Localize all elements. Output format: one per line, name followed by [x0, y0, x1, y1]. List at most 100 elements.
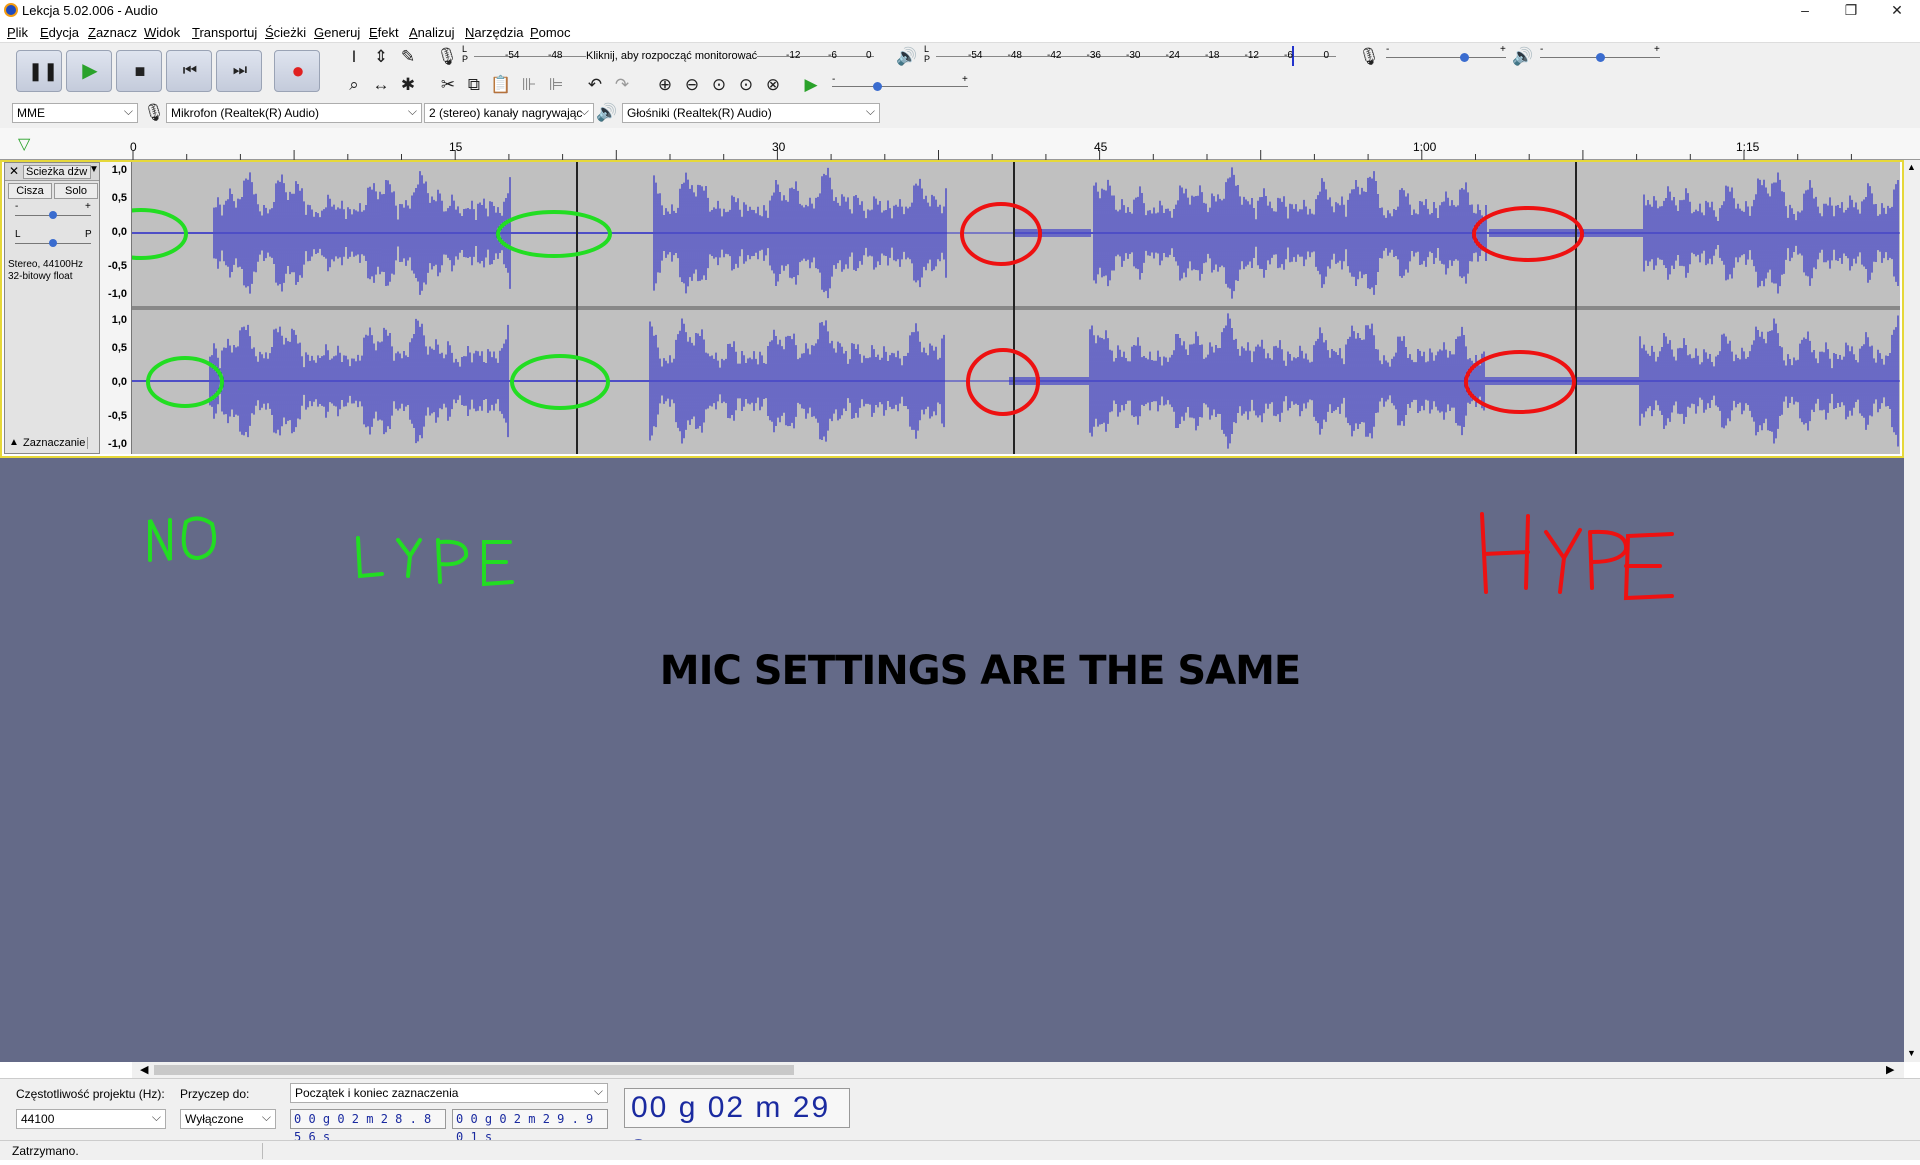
stop-button[interactable]: ■: [116, 50, 162, 92]
mic-dropdown[interactable]: Mikrofon (Realtek(R) Audio): [166, 103, 422, 123]
scroll-down-icon[interactable]: ▼: [1907, 1048, 1916, 1058]
play-speed-thumb[interactable]: [873, 82, 882, 91]
zoom-in-icon[interactable]: ⊕: [654, 74, 676, 96]
mute-button[interactable]: Cisza: [8, 183, 52, 199]
menu-transportuj[interactable]: Transportuj: [192, 25, 257, 40]
paste-icon[interactable]: 📋: [490, 74, 512, 96]
minimize-button[interactable]: –: [1782, 0, 1828, 22]
solo-button[interactable]: Solo: [54, 183, 98, 199]
record-button[interactable]: ●: [274, 50, 320, 92]
selection-tool-icon[interactable]: I: [343, 46, 365, 68]
slider-min-mark: -: [1540, 44, 1544, 55]
scroll-up-icon[interactable]: ▲: [1907, 162, 1916, 172]
menu-generuj[interactable]: Generuj: [314, 25, 360, 40]
play-meter-tick: -24: [1165, 50, 1180, 61]
microphone-icon[interactable]: 🎙: [436, 46, 458, 68]
selection-mode-dropdown[interactable]: Początek i koniec zaznaczenia: [290, 1083, 608, 1103]
play-button[interactable]: ▶: [66, 50, 112, 92]
channels-dropdown[interactable]: 2 (stereo) kanały nagrywając: [424, 103, 594, 123]
menu-sciezki[interactable]: Ścieżki: [265, 25, 306, 40]
zoom-toggle-icon[interactable]: ⊗: [762, 74, 784, 96]
app-icon: [4, 3, 18, 17]
restore-button[interactable]: ❐: [1828, 0, 1874, 22]
horizontal-scrollbar[interactable]: ◀ ▶: [132, 1062, 1904, 1078]
menu-edycja[interactable]: Edycja: [40, 25, 79, 40]
menu-widok[interactable]: Widok: [144, 25, 180, 40]
play-meter-tick: -48: [1007, 50, 1022, 61]
record-meter-tick: -48: [548, 50, 563, 61]
redo-icon[interactable]: ↷: [611, 74, 633, 96]
silence-icon[interactable]: ⊫: [545, 74, 567, 96]
trim-icon[interactable]: ⊪: [518, 74, 540, 96]
amplitude-scale[interactable]: 1,0 0,5 0,0 -0,5 -1,0 1,0 0,5 0,0 -0,5 -…: [100, 162, 132, 454]
record-meter-hint[interactable]: Kliknij, aby rozpocząć monitorować: [586, 50, 758, 62]
collapse-icon[interactable]: ▲: [9, 437, 19, 448]
record-volume-thumb[interactable]: [1460, 53, 1469, 62]
stop-icon: ■: [134, 61, 146, 81]
fit-selection-icon[interactable]: ⊙: [708, 74, 730, 96]
track-name-menu[interactable]: Ścieżka dźw: [23, 165, 91, 179]
window-title: Lekcja 5.02.006 - Audio: [22, 3, 158, 18]
menu-pomoc[interactable]: Pomoc: [530, 25, 570, 40]
scroll-right-icon[interactable]: ▶: [1886, 1063, 1894, 1076]
slider-max-mark: +: [1500, 44, 1506, 55]
selection-end-time[interactable]: 0 0 g 0 2 m 2 9 . 9 0 1 s: [452, 1109, 608, 1144]
speaker-icon[interactable]: 🔊: [896, 46, 918, 68]
menu-plik[interactable]: Plik: [7, 25, 28, 40]
playback-volume-thumb[interactable]: [1596, 53, 1605, 62]
menu-bar: Plik Edycja Zaznacz Widok Transportuj Śc…: [0, 22, 1920, 42]
undo-icon[interactable]: ↶: [584, 74, 606, 96]
zoom-out-icon[interactable]: ⊖: [681, 74, 703, 96]
menu-narzedzia[interactable]: Narzędzia: [465, 25, 524, 40]
scale-label: 1,0: [111, 164, 127, 176]
play-meter-tick: -18: [1205, 50, 1220, 61]
envelope-tool-icon[interactable]: ⇕: [370, 46, 392, 68]
host-dropdown[interactable]: MME: [12, 103, 138, 123]
snap-dropdown[interactable]: Wyłączone: [180, 1109, 276, 1129]
vertical-scrollbar[interactable]: ▲ ▼: [1904, 160, 1920, 1062]
caption-text: MIC SETTINGS ARE THE SAME: [659, 648, 1301, 694]
menu-efekt[interactable]: Efekt: [369, 25, 399, 40]
status-text: Zatrzymano.: [12, 1144, 79, 1158]
scroll-left-icon[interactable]: ◀: [140, 1063, 148, 1076]
channel-separator: [132, 306, 1900, 310]
timeshift-tool-icon[interactable]: ↔: [370, 74, 392, 96]
record-volume-slider[interactable]: [1386, 57, 1506, 58]
pause-button[interactable]: ❚❚: [16, 50, 62, 92]
record-volume-icon: 🎙: [1358, 47, 1380, 66]
pan-thumb[interactable]: [49, 239, 57, 247]
skip-start-button[interactable]: ⏮: [166, 50, 212, 92]
close-track-icon[interactable]: ✕: [9, 164, 19, 178]
track-header: ✕ Ścieżka dźw ▼: [5, 163, 99, 181]
horizontal-scroll-thumb[interactable]: [154, 1065, 794, 1075]
selection-start-time[interactable]: 0 0 g 0 2 m 2 8 . 8 5 6 s: [290, 1109, 446, 1144]
record-meter-tick: -12: [786, 50, 801, 61]
multi-tool-icon[interactable]: ✱: [397, 74, 419, 96]
zoom-tool-icon[interactable]: ⌕: [343, 74, 365, 96]
draw-tool-icon[interactable]: ✎: [397, 46, 419, 68]
copy-icon[interactable]: ⧉: [463, 74, 485, 96]
record-meter-channels: L P: [462, 44, 469, 64]
play-meter-channels: L P: [924, 44, 931, 64]
slider-min-mark: -: [1386, 44, 1390, 55]
menu-analizuj[interactable]: Analizuj: [409, 25, 455, 40]
close-button[interactable]: ✕: [1874, 0, 1920, 22]
gain-thumb[interactable]: [49, 211, 57, 219]
scale-label: -1,0: [108, 438, 127, 450]
play-icon: ▶: [82, 60, 98, 82]
skip-end-button[interactable]: ⏭: [216, 50, 262, 92]
cut-icon[interactable]: ✂: [437, 74, 459, 96]
status-bar: Zatrzymano.: [0, 1140, 1920, 1160]
waveform[interactable]: [132, 162, 1900, 454]
project-rate-dropdown[interactable]: 44100: [16, 1109, 166, 1129]
audio-position-time[interactable]: 00 g 02 m 29 s: [624, 1088, 850, 1162]
scale-label: 0,0: [111, 226, 127, 238]
play-speed-slider[interactable]: [832, 86, 968, 87]
select-track-button[interactable]: Zaznaczanie: [23, 437, 89, 449]
menu-zaznacz[interactable]: Zaznacz: [88, 25, 137, 40]
speakers-dropdown[interactable]: Głośniki (Realtek(R) Audio): [622, 103, 880, 123]
play-meter-tick: -54: [968, 50, 983, 61]
play-at-speed-icon[interactable]: ▶: [800, 74, 822, 96]
fit-project-icon[interactable]: ⊙: [735, 74, 757, 96]
track-menu-chevron-icon[interactable]: ▼: [89, 164, 99, 175]
